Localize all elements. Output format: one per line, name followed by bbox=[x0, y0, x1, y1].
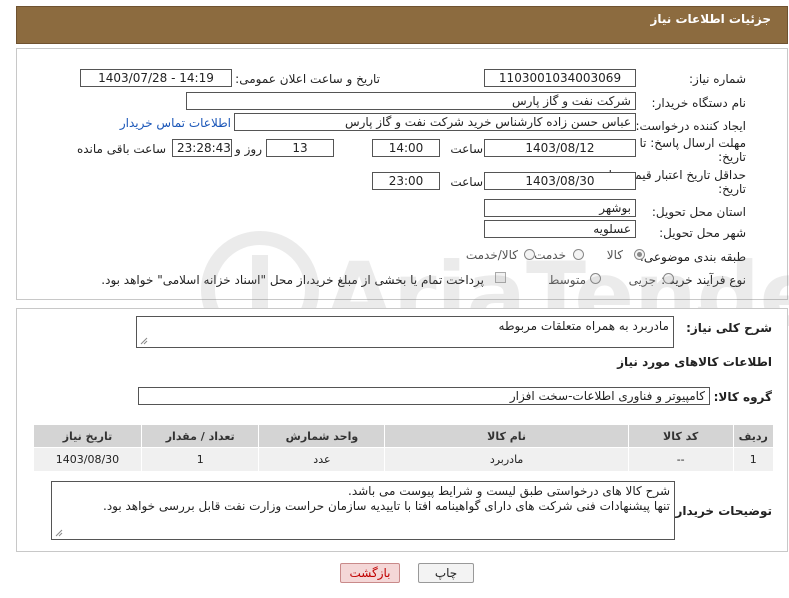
city-label: شهر محل تحویل: bbox=[659, 226, 746, 240]
province-field: بوشهر bbox=[484, 199, 636, 217]
need-number-field: 1103001034003069 bbox=[484, 69, 636, 87]
buyer-notes-line-1: شرح کالا های درخواستی طبق لیست و شرایط پ… bbox=[348, 484, 670, 498]
days-label: روز و bbox=[235, 142, 262, 156]
treasury-payment-checkbox[interactable] bbox=[495, 272, 506, 283]
process-minor-radio[interactable] bbox=[663, 273, 674, 284]
announce-date-label: تاریخ و ساعت اعلان عمومی: bbox=[235, 72, 380, 86]
remaining-label: ساعت باقی مانده bbox=[76, 142, 166, 156]
process-label: نوع فرآیند خرید : bbox=[661, 273, 746, 287]
buyer-notes-textarea[interactable]: شرح کالا های درخواستی طبق لیست و شرایط پ… bbox=[51, 481, 675, 540]
buyer-notes-label: توضیحات خریدار: bbox=[670, 504, 772, 518]
description-textarea[interactable]: مادربرد به همراه متعلقات مربوطه bbox=[136, 316, 674, 348]
description-text: مادربرد به همراه متعلقات مربوطه bbox=[498, 319, 669, 333]
col-row: ردیف bbox=[732, 424, 775, 448]
days-count-field: 13 bbox=[266, 139, 334, 157]
goods-group-field: کامپیوتر و فناوری اطلاعات-سخت افزار bbox=[138, 387, 710, 405]
deadline-date-label: تاریخ: bbox=[718, 150, 746, 164]
category-goods-label: کالا bbox=[606, 248, 623, 262]
goods-group-label: گروه کالا: bbox=[713, 390, 772, 404]
cell-quantity: 1 bbox=[140, 447, 260, 472]
goods-info-title: اطلاعات کالاهای مورد نیاز bbox=[617, 355, 772, 369]
validity-date-label: تاریخ: bbox=[718, 182, 746, 196]
process-medium-radio[interactable] bbox=[590, 273, 601, 284]
process-minor-label: جزیی bbox=[628, 273, 656, 287]
deadline-date-field: 1403/08/12 bbox=[484, 139, 636, 157]
creator-label: ایجاد کننده درخواست: bbox=[635, 119, 746, 133]
announce-date-field: 1403/07/28 - 14:19 bbox=[80, 69, 232, 87]
category-both-radio[interactable] bbox=[524, 249, 535, 260]
buyer-notes-line-2: تنها پیشنهادات فنی شرکت های دارای گواهین… bbox=[103, 499, 670, 513]
description-label: شرح کلی نیاز: bbox=[686, 321, 772, 335]
deadline-label: مهلت ارسال پاسخ: تا bbox=[639, 136, 746, 150]
goods-table-header: ردیف کد کالا نام کالا واحد شمارش تعداد /… bbox=[33, 424, 775, 448]
category-both-label: کالا/خدمت bbox=[465, 248, 518, 262]
cell-code: -- bbox=[627, 447, 734, 472]
province-label: استان محل تحویل: bbox=[651, 205, 746, 219]
need-number-label: شماره نیاز: bbox=[689, 72, 746, 86]
resize-grip-icon bbox=[55, 529, 63, 537]
buyer-contact-link[interactable]: اطلاعات تماس خریدار bbox=[120, 116, 231, 130]
validity-date-field: 1403/08/30 bbox=[484, 172, 636, 190]
remaining-time-field: 23:28:43 bbox=[172, 139, 232, 157]
category-service-radio[interactable] bbox=[573, 249, 584, 260]
col-need-date: تاریخ نیاز bbox=[33, 424, 142, 448]
deadline-time-field: 14:00 bbox=[372, 139, 440, 157]
resize-grip-icon bbox=[140, 337, 148, 345]
city-field: عسلویه bbox=[484, 220, 636, 238]
col-name: نام کالا bbox=[384, 424, 629, 448]
category-label: طبقه بندی موضوعی: bbox=[639, 250, 746, 264]
page-title: جزئیات اطلاعات نیاز bbox=[650, 12, 771, 26]
cell-need-date: 1403/08/30 bbox=[33, 447, 142, 472]
category-goods-radio[interactable] bbox=[634, 249, 645, 260]
deadline-time-label: ساعت bbox=[450, 142, 483, 156]
process-medium-label: متوسط bbox=[548, 273, 586, 287]
buyer-org-label: نام دستگاه خریدار: bbox=[651, 96, 747, 110]
category-service-label: خدمت bbox=[534, 248, 566, 262]
buyer-org-field: شرکت نفت و گاز پارس bbox=[186, 92, 636, 110]
col-unit: واحد شمارش bbox=[258, 424, 386, 448]
cell-name: مادربرد bbox=[384, 447, 629, 472]
cell-row: 1 bbox=[732, 447, 775, 472]
print-button[interactable]: چاپ bbox=[418, 563, 474, 583]
back-button[interactable]: بازگشت bbox=[340, 563, 400, 583]
col-code: کد کالا bbox=[627, 424, 734, 448]
validity-time-label: ساعت bbox=[450, 175, 483, 189]
goods-table: ردیف کد کالا نام کالا واحد شمارش تعداد /… bbox=[33, 424, 775, 472]
treasury-payment-note: پرداخت تمام یا بخشی از مبلغ خرید،از محل … bbox=[101, 273, 484, 287]
cell-unit: عدد bbox=[258, 447, 386, 472]
validity-time-field: 23:00 bbox=[372, 172, 440, 190]
col-quantity: تعداد / مقدار bbox=[140, 424, 260, 448]
table-row: 1 -- مادربرد عدد 1 1403/08/30 bbox=[33, 447, 775, 472]
creator-field: عباس حسن زاده کارشناس خرید شرکت نفت و گا… bbox=[234, 113, 636, 131]
